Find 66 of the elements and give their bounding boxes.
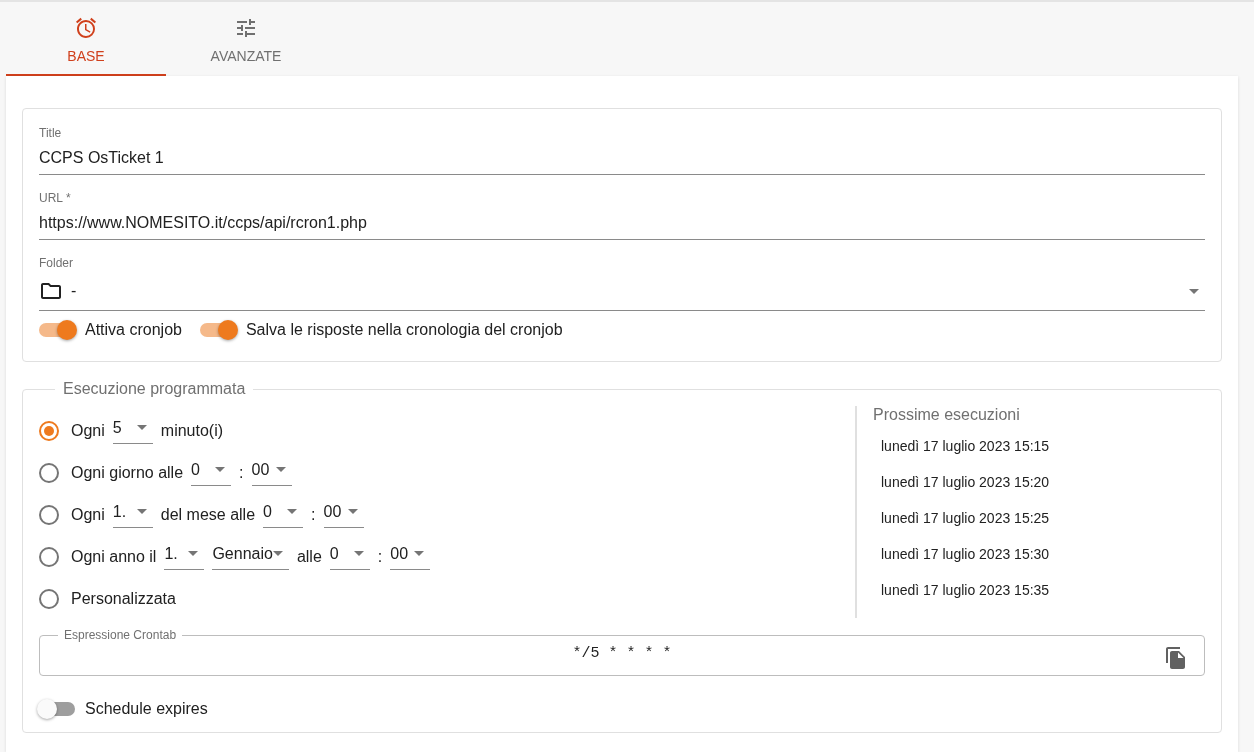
toggle-label: Schedule expires (85, 700, 208, 718)
option-text: minuto(i) (160, 422, 224, 440)
caret-icon (1189, 288, 1199, 294)
option-text: : (311, 506, 316, 524)
option-text: alle (296, 548, 322, 566)
dropdown[interactable]: 1. (112, 502, 153, 528)
radio-button[interactable] (39, 505, 59, 525)
toggle-switch[interactable] (39, 323, 75, 337)
dropdown[interactable]: 00 (390, 544, 431, 570)
toggle-switch[interactable] (199, 323, 236, 337)
caret-icon (347, 509, 358, 514)
field-value: https://www.NOMESITO.it/ccps/api/rcron1.php (39, 214, 368, 232)
dropdown[interactable]: 1. (164, 544, 205, 570)
run-time: lunedì 17 luglio 2023 15:35 (880, 582, 1051, 600)
option-text: Personalizzata (71, 590, 176, 608)
next-runs-title: Prossime esecuzioni (873, 406, 1021, 424)
dropdown[interactable]: 0 (263, 502, 304, 528)
option-text: : (239, 464, 244, 482)
caret-icon (275, 467, 286, 472)
dropdown[interactable]: 5 (112, 418, 153, 444)
tab[interactable]: AVANZATE (166, 2, 326, 76)
toggle-label: Attiva cronjob (85, 321, 182, 339)
text-field[interactable]: Title CCPS OsTicket 1 (39, 126, 1205, 175)
radio-button[interactable] (39, 547, 59, 567)
field-value: - (71, 282, 77, 300)
run-time: lunedì 17 luglio 2023 15:20 (880, 474, 1051, 492)
dropdown[interactable]: 00 (251, 460, 292, 486)
field-label: Espressione Crontab (63, 628, 178, 642)
toggle-switch[interactable] (39, 702, 75, 716)
radio-button[interactable] (39, 463, 59, 483)
alarm-clock-icon (74, 16, 98, 40)
caret-icon (287, 509, 298, 514)
toggle-label: Salva le risposte nella cronologia del cronjob (245, 321, 563, 339)
run-time: lunedì 17 luglio 2023 15:30 (880, 546, 1051, 564)
option-text: del mese alle (160, 506, 256, 524)
dropdown[interactable]: 0 (329, 544, 370, 570)
radio-button[interactable] (39, 421, 59, 441)
folder-select[interactable]: Folder - (39, 256, 1205, 311)
dropdown[interactable]: 00 (323, 502, 364, 528)
dropdown[interactable]: 0 (191, 460, 232, 486)
copy-icon[interactable] (1164, 646, 1188, 670)
run-time: lunedì 17 luglio 2023 15:25 (880, 510, 1051, 528)
option-text: Ogni (71, 506, 105, 524)
run-time: lunedì 17 luglio 2023 15:15 (880, 438, 1051, 456)
panel-legend: Esecuzione programmata (55, 380, 254, 398)
sliders-icon (234, 16, 258, 40)
option-text: : (377, 548, 383, 566)
dropdown[interactable]: Gennaio (212, 544, 289, 570)
caret-icon (136, 425, 147, 430)
caret-icon (188, 551, 199, 556)
text-field[interactable]: URL * https://www.NOMESITO.it/ccps/api/rcron1.php (39, 191, 1205, 240)
field-label: Folder (39, 256, 74, 270)
field-value: */5 * * * * (572, 645, 672, 662)
caret-icon (136, 509, 147, 514)
crontab-field[interactable]: Espressione Crontab */5 * * * * (39, 628, 1205, 676)
caret-icon (272, 551, 283, 556)
caret-icon (353, 551, 364, 556)
caret-icon (215, 467, 226, 472)
field-value: CCPS OsTicket 1 (39, 149, 165, 167)
caret-icon (414, 551, 425, 556)
option-text: Ogni anno il (71, 548, 157, 566)
field-label: Title (39, 126, 63, 140)
field-label: URL * (39, 191, 72, 205)
option-text: Ogni giorno alle (71, 464, 184, 482)
option-text: Ogni (71, 422, 105, 440)
radio-button[interactable] (39, 589, 59, 609)
